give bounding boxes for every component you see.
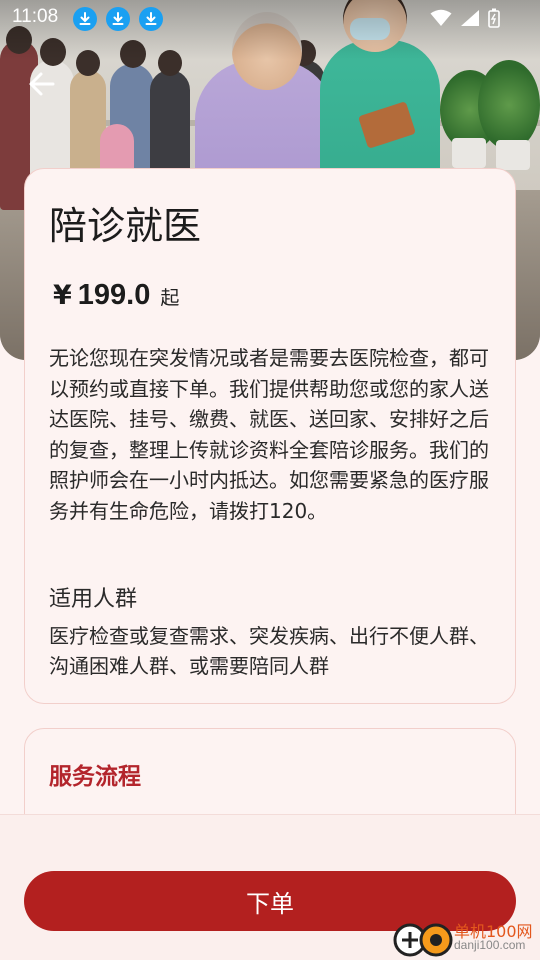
status-bar: 11:08 <box>0 0 540 38</box>
watermark-url: danji100.com <box>454 938 526 952</box>
signal-icon <box>461 10 479 26</box>
wifi-icon <box>430 9 452 26</box>
service-description: 无论您现在突发情况或者是需要去医院检查，都可以预约或直接下单。我们提供帮助您或您… <box>49 346 489 523</box>
download-icon <box>73 7 97 31</box>
back-button[interactable] <box>22 64 62 104</box>
battery-icon <box>488 8 500 28</box>
service-title: 陪诊就医 <box>49 204 202 248</box>
price-currency: ¥ <box>53 280 72 311</box>
download-icon <box>106 7 130 31</box>
arrow-left-icon <box>29 72 55 96</box>
status-time: 11:08 <box>12 6 59 27</box>
audience-text: 医疗检查或复查需求、突发疾病、出行不便人群、沟通困难人群、或需要陪同人群 <box>49 624 489 678</box>
audience-label: 适用人群 <box>49 587 138 612</box>
price-row: ¥ 199.0 起 <box>53 279 179 312</box>
process-title: 服务流程 <box>49 764 141 790</box>
price-value: 199.0 <box>77 279 151 311</box>
price-suffix: 起 <box>160 287 180 309</box>
download-icon <box>139 7 163 31</box>
watermark-logo-icon <box>393 923 453 957</box>
service-info-card: 陪诊就医 ¥ 199.0 起 无论您现在突发情况或者是需要去医院检查，都可以预约… <box>24 168 516 704</box>
site-watermark: 单机100网 danji100.com <box>392 916 540 960</box>
